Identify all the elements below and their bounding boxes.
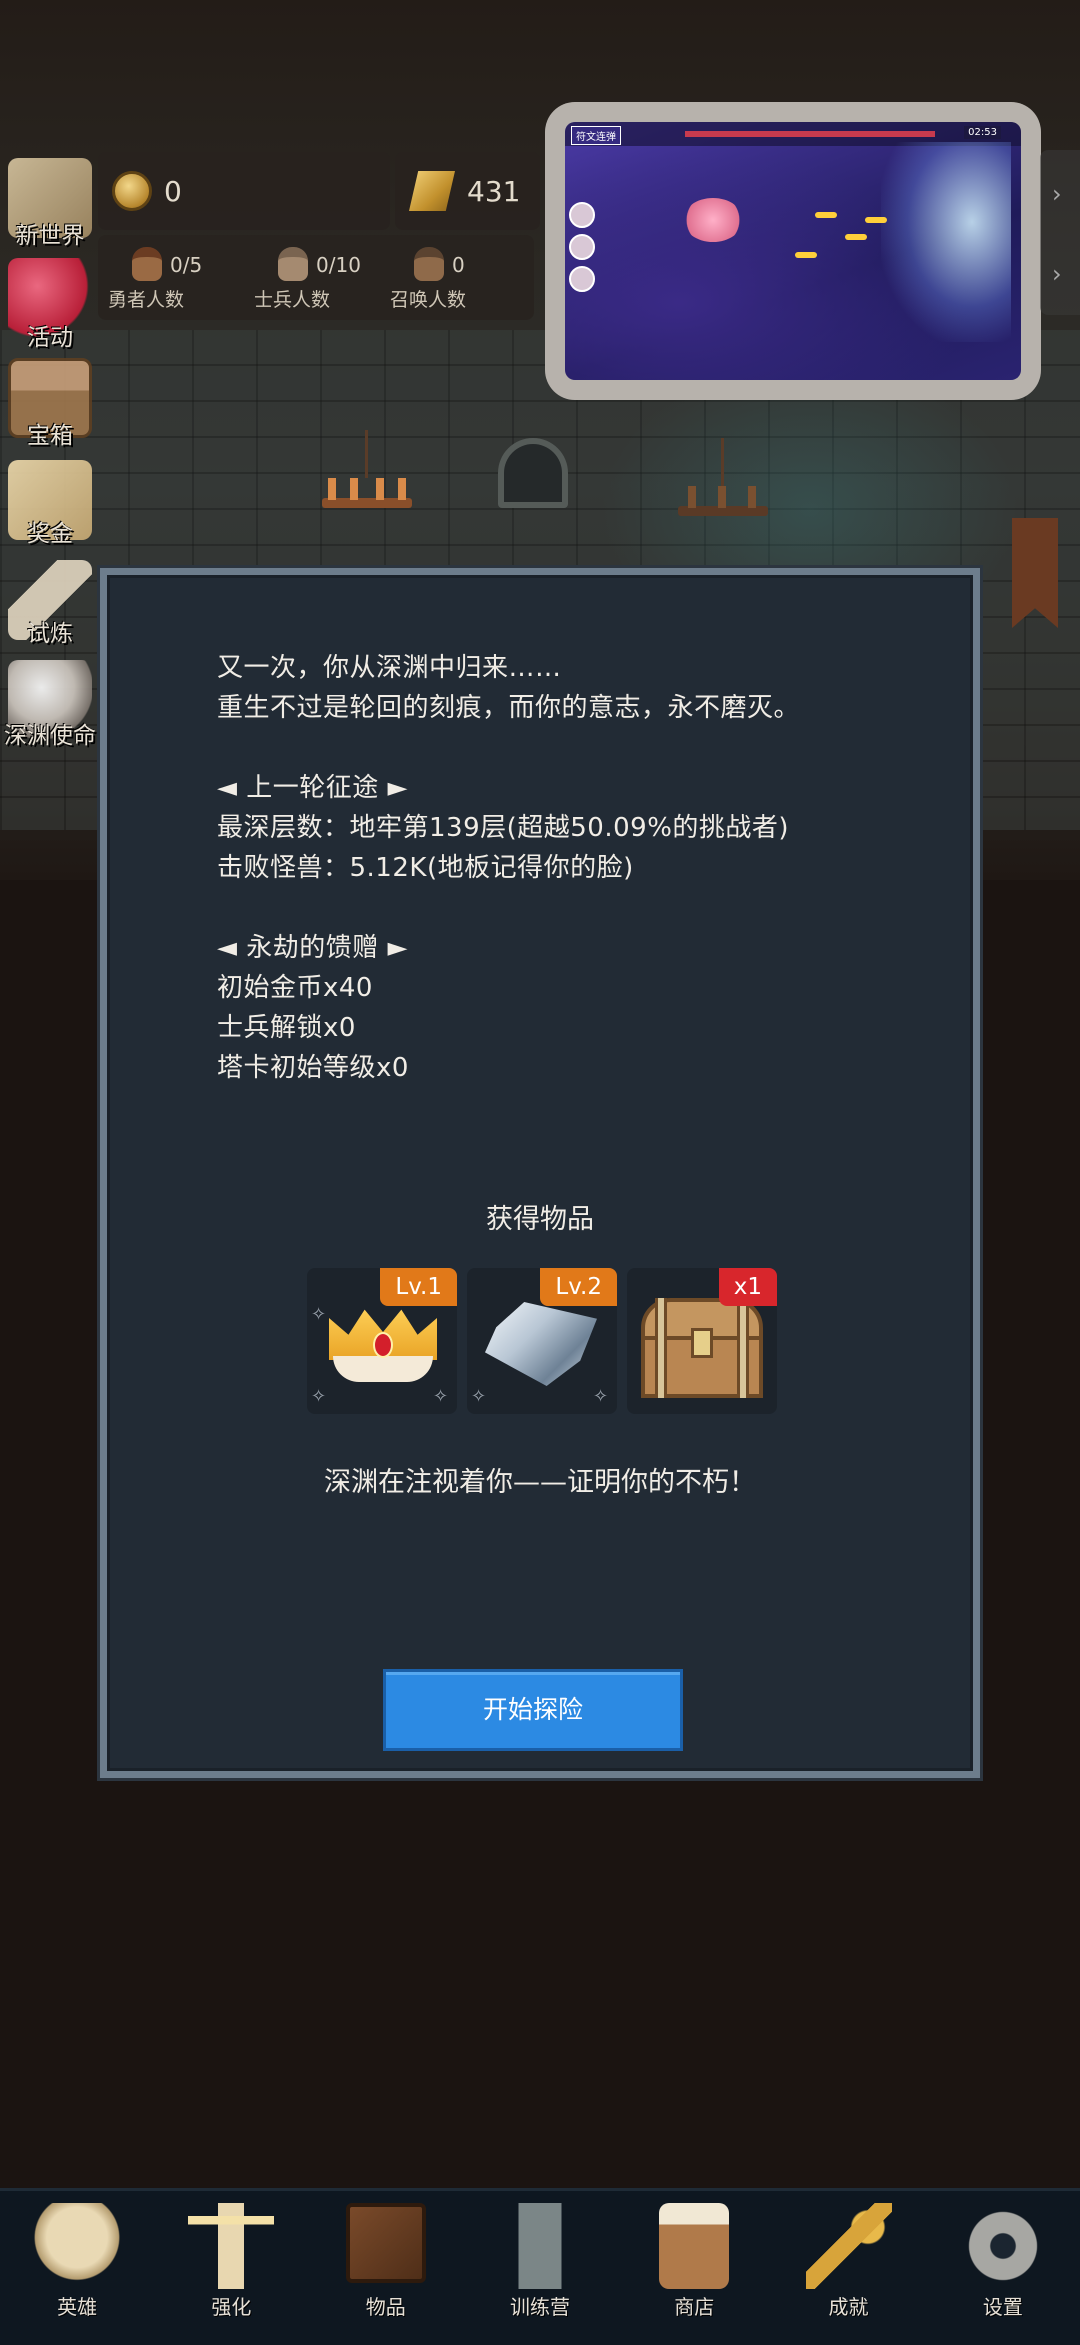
intro-line-1: 又一次，你从深渊中归来…… — [217, 653, 562, 683]
side-item-label: 试炼 — [27, 621, 73, 647]
gift-soldier-line: 士兵解锁x0 — [217, 1013, 356, 1043]
gold-bar-counter: 431 — [395, 152, 540, 230]
gift-taka-level-line: 塔卡初始等级x0 — [217, 1053, 409, 1083]
side-item-label: 活动 — [27, 325, 73, 351]
reward-item-crown[interactable]: ✧ ✧ ✧ Lv.1 — [307, 1268, 457, 1414]
video-time: 02:53 — [964, 126, 1001, 139]
key-icon — [805, 2203, 892, 2289]
hero-count-label: 勇者人数 — [108, 289, 185, 311]
video-frame: 符文连弹 02:53 — [565, 122, 1021, 380]
side-item-trial[interactable]: 试炼 — [0, 560, 100, 650]
gold-bar-icon — [409, 171, 455, 211]
hero-head-icon — [132, 247, 162, 281]
nav-label: 强化 — [211, 2295, 252, 2319]
nav-item-training-camp[interactable]: 训练营 — [463, 2191, 617, 2345]
summon-head-icon — [414, 247, 444, 281]
side-item-new-world[interactable]: 新世界 — [0, 158, 100, 249]
start-adventure-button[interactable]: 开始探险 — [383, 1669, 683, 1751]
diamond-icon — [485, 1302, 597, 1386]
skull-icon — [34, 2203, 121, 2289]
chest-icon — [641, 1298, 763, 1398]
gifts-heading: ◄ 永劫的馈赠 ► — [217, 933, 409, 963]
side-item-label: 宝箱 — [27, 423, 73, 449]
reward-item-diamond[interactable]: ✧ ✧ Lv.2 — [467, 1268, 617, 1414]
nav-item-settings[interactable]: 设置 — [926, 2191, 1080, 2345]
chandelier-icon — [678, 438, 768, 538]
nav-label: 设置 — [982, 2295, 1023, 2319]
bottom-nav: 英雄 强化 物品 训练营 商店 成就 设置 — [0, 2188, 1080, 2345]
level-badge: Lv.2 — [540, 1268, 617, 1306]
avatar — [569, 202, 595, 228]
bullet — [815, 212, 837, 218]
gameplay-video-preview[interactable]: 符文连弹 02:53 — [545, 102, 1041, 400]
nav-label: 训练营 — [509, 2295, 570, 2319]
nav-label: 英雄 — [57, 2295, 98, 2319]
side-item-abyss-mission[interactable]: 深渊使命 — [0, 660, 100, 750]
gold-value: 0 — [164, 174, 182, 208]
nav-label: 物品 — [365, 2295, 406, 2319]
reward-title: 获得物品 — [486, 1204, 594, 1235]
gear-icon — [959, 2203, 1046, 2289]
side-item-bonus[interactable]: 奖金 — [0, 460, 100, 550]
avatar — [569, 234, 595, 260]
side-item-chest[interactable]: 宝箱 — [0, 358, 100, 449]
summon-count-value: 0 — [452, 253, 465, 277]
soldier-head-icon — [278, 247, 308, 281]
soldier-count-value: 0/10 — [316, 253, 361, 277]
lantern-icon — [496, 2203, 583, 2289]
side-item-label: 新世界 — [15, 223, 85, 249]
bullet — [865, 217, 887, 223]
sparkle-icon: ✧ — [433, 1386, 449, 1407]
nav-item-achievements[interactable]: 成就 — [771, 2191, 925, 2345]
boss-sprite — [683, 198, 743, 242]
side-item-label: 奖金 — [27, 521, 73, 547]
nav-item-items[interactable]: 物品 — [309, 2191, 463, 2345]
quantity-badge: x1 — [718, 1268, 777, 1306]
soldier-count: 0/10 士兵人数 — [248, 243, 398, 313]
reward-item-chest[interactable]: x1 — [627, 1268, 777, 1414]
intro-line-2: 重生不过是轮回的刻痕，而你的意志，永不磨灭。 — [217, 693, 801, 723]
level-badge: Lv.1 — [380, 1268, 457, 1306]
side-item-events[interactable]: 活动 — [0, 258, 100, 351]
sparkle-icon: ✧ — [311, 1386, 327, 1407]
slogan-text: 深渊在注视着你——证明你的不朽！ — [324, 1467, 756, 1498]
nav-label: 商店 — [674, 2295, 715, 2319]
nav-item-shop[interactable]: 商店 — [617, 2191, 771, 2345]
nav-item-heroes[interactable]: 英雄 — [0, 2191, 154, 2345]
deepest-floor-line: 最深层数：地牢第139层(超越50.09%的挑战者) — [217, 813, 790, 843]
bullet — [795, 252, 817, 258]
chandelier-icon — [322, 430, 412, 530]
side-item-label: 深渊使命 — [4, 723, 96, 749]
summon-count: 0 召唤人数 — [384, 243, 534, 313]
barred-window — [498, 438, 568, 508]
bullet — [845, 234, 867, 240]
gift-gold-line: 初始金币x40 — [217, 973, 373, 1003]
sparkle-icon: ✧ — [471, 1386, 487, 1407]
gold-counter: 0 — [98, 152, 390, 230]
side-arrow-button[interactable]: › › — [1040, 150, 1080, 315]
hero-count: 0/5 勇者人数 — [102, 243, 252, 313]
video-tag: 符文连弹 — [571, 126, 621, 145]
mug-icon — [659, 2203, 730, 2289]
unit-counts: 0/5 勇者人数 0/10 士兵人数 0 召唤人数 — [98, 235, 534, 320]
rebirth-summary-dialog: 又一次，你从深渊中归来…… 重生不过是轮回的刻痕，而你的意志，永不磨灭。 ◄ 上… — [100, 568, 980, 1778]
avatar — [569, 266, 595, 292]
crown-icon — [329, 1304, 437, 1384]
monsters-defeated-line: 击败怪兽：5.12K(地板记得你的脸) — [217, 853, 634, 883]
summon-count-label: 召唤人数 — [390, 289, 467, 311]
sparkle-icon: ✧ — [311, 1304, 327, 1325]
candle-icon — [188, 2203, 275, 2289]
ice-effect — [881, 142, 1011, 342]
nav-label: 成就 — [828, 2295, 869, 2319]
sparkle-icon: ✧ — [593, 1386, 609, 1407]
boss-hp-bar — [685, 131, 935, 137]
last-run-heading: ◄ 上一轮征途 ► — [217, 773, 409, 803]
hero-count-value: 0/5 — [170, 253, 203, 277]
soldier-count-label: 士兵人数 — [254, 289, 331, 311]
book-icon — [345, 2203, 426, 2283]
nav-item-upgrade[interactable]: 强化 — [154, 2191, 308, 2345]
coin-icon — [112, 171, 152, 211]
gold-bar-value: 431 — [467, 174, 521, 208]
